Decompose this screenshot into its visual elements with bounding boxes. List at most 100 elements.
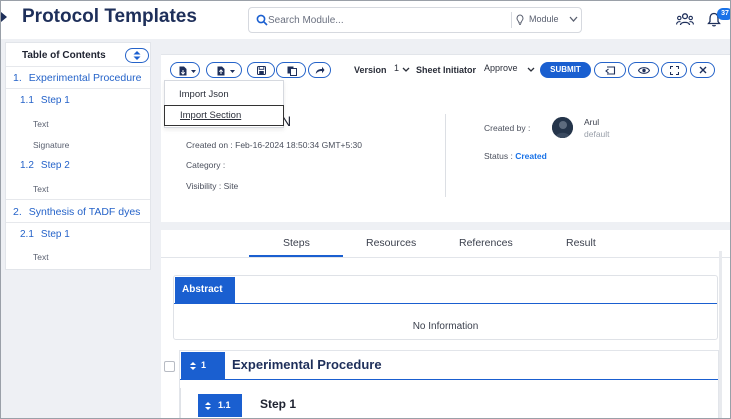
sidebar-collapse-icon[interactable] bbox=[1, 12, 8, 22]
toc-item-label: Step 1 bbox=[40, 95, 70, 106]
sort-arrows-icon bbox=[133, 51, 141, 60]
copy-button[interactable] bbox=[276, 62, 306, 78]
toc-item-label: Synthesis of TADF dyes bbox=[28, 206, 141, 218]
version-history-button[interactable] bbox=[594, 62, 626, 78]
abstract-panel: Abstract No Information bbox=[173, 275, 718, 340]
search-input[interactable] bbox=[268, 11, 508, 29]
toc-item-number: 1.1 bbox=[20, 95, 34, 106]
version-value: 1 bbox=[394, 63, 400, 73]
tabs-divider bbox=[161, 257, 730, 258]
version-label: Version bbox=[354, 65, 387, 75]
created-by-label: Created by : bbox=[484, 123, 531, 133]
section-number: 1 bbox=[201, 360, 207, 370]
toc-item-label: Step 2 bbox=[40, 160, 70, 171]
notification-badge: 37 bbox=[717, 8, 730, 20]
app-window: Protocol Templates Module bbox=[0, 0, 731, 419]
toc-item-section[interactable]: 1. Experimental Procedure bbox=[6, 72, 150, 84]
tab-references[interactable]: References bbox=[459, 237, 513, 249]
chevron-down-icon bbox=[569, 16, 578, 22]
tab-result[interactable]: Result bbox=[566, 237, 596, 249]
drag-handle-icon bbox=[205, 402, 211, 410]
export-button[interactable] bbox=[206, 62, 242, 78]
search-divider bbox=[511, 12, 512, 28]
submit-button[interactable]: SUBMIT bbox=[540, 62, 591, 78]
toc-item-step[interactable]: 1.1 Step 1 bbox=[6, 95, 150, 106]
toc-item-label: Step 1 bbox=[40, 229, 70, 240]
details-divider bbox=[445, 114, 446, 197]
abstract-label[interactable]: Abstract bbox=[175, 277, 235, 303]
menu-item-import-json[interactable]: Import Json bbox=[165, 85, 283, 105]
tab-resources[interactable]: Resources bbox=[366, 237, 416, 249]
toc-divider bbox=[6, 222, 150, 223]
creator-name: Arul bbox=[584, 117, 600, 127]
toc-item-number: 1.2 bbox=[20, 160, 34, 171]
version-select[interactable]: 1 bbox=[394, 63, 411, 77]
file-import-icon bbox=[179, 66, 187, 76]
module-icon bbox=[516, 14, 524, 25]
menu-item-import-section[interactable]: Import Section bbox=[164, 105, 284, 126]
history-icon bbox=[605, 66, 616, 75]
toc-item-step[interactable]: 2.1 Step 1 bbox=[6, 229, 150, 240]
section-number-badge[interactable]: 1 bbox=[181, 352, 225, 379]
sheet-initiator-select[interactable]: Approve bbox=[484, 63, 537, 77]
copy-icon bbox=[287, 66, 297, 76]
step-border bbox=[180, 388, 181, 418]
search-bar[interactable]: Module bbox=[248, 7, 582, 33]
section-checkbox[interactable] bbox=[164, 361, 175, 372]
search-icon bbox=[256, 14, 268, 26]
caret-down-icon bbox=[191, 70, 196, 73]
save-icon bbox=[257, 66, 266, 75]
toc-item-step[interactable]: 1.2 Step 2 bbox=[6, 160, 150, 171]
toc-item-section[interactable]: 2. Synthesis of TADF dyes bbox=[6, 206, 150, 218]
status-badge: Created bbox=[515, 151, 547, 161]
active-tab-indicator bbox=[249, 255, 343, 257]
toc-item-number: 2. bbox=[13, 206, 22, 218]
step-number-badge[interactable]: 1.1 bbox=[198, 394, 242, 417]
save-button[interactable] bbox=[247, 62, 275, 78]
preview-button[interactable] bbox=[628, 62, 659, 78]
toc-item-number: 2.1 bbox=[20, 229, 34, 240]
toc-expand-toggle[interactable] bbox=[125, 48, 149, 63]
user-photo-icon bbox=[552, 117, 573, 138]
fullscreen-button[interactable] bbox=[661, 62, 687, 78]
share-button[interactable] bbox=[308, 62, 331, 78]
created-on-text: Created on : Feb-16-2024 18:50:34 GMT+5:… bbox=[186, 140, 363, 150]
creator-role: default bbox=[584, 129, 610, 139]
content-panel: Steps Resources References Result Abstra… bbox=[161, 230, 730, 418]
chevron-down-icon bbox=[527, 67, 535, 72]
close-button[interactable] bbox=[690, 62, 715, 78]
toc-item-element[interactable]: Text bbox=[6, 252, 150, 262]
sheet-initiator-label: Sheet Initiator bbox=[416, 65, 477, 75]
toc-item-element[interactable]: Text bbox=[6, 184, 150, 194]
toc-item-number: 1. bbox=[13, 72, 22, 84]
tab-steps[interactable]: Steps bbox=[283, 237, 310, 249]
import-button[interactable] bbox=[170, 62, 200, 78]
users-icon[interactable] bbox=[676, 13, 694, 26]
toc-divider bbox=[6, 66, 150, 67]
toc-divider bbox=[6, 88, 150, 89]
top-header: Protocol Templates Module bbox=[1, 1, 730, 39]
sheet-initiator-value: Approve bbox=[484, 63, 518, 73]
module-select[interactable]: Module bbox=[515, 11, 581, 29]
chevron-down-icon bbox=[402, 67, 410, 72]
drag-handle-icon bbox=[190, 362, 196, 370]
eye-icon bbox=[638, 67, 650, 74]
abstract-content: No Information bbox=[412, 321, 479, 332]
status-row: Status : Created bbox=[484, 151, 547, 161]
module-label: Module bbox=[529, 14, 559, 24]
section-underline bbox=[180, 379, 718, 380]
toc-item-element[interactable]: Signature bbox=[6, 140, 150, 150]
avatar bbox=[552, 117, 573, 138]
section-title: Experimental Procedure bbox=[232, 357, 382, 372]
step-number: 1.1 bbox=[218, 400, 231, 410]
category-text: Category : bbox=[186, 160, 226, 170]
visibility-text: Visibility : Site bbox=[186, 181, 239, 191]
content-scrollbar[interactable] bbox=[719, 251, 722, 418]
section-card: 1 Experimental Procedure 1.1 Step 1 bbox=[179, 350, 719, 418]
caret-down-icon bbox=[230, 70, 235, 73]
status-label: Status : bbox=[484, 151, 513, 161]
toc-item-label: Experimental Procedure bbox=[28, 72, 142, 84]
file-export-icon bbox=[217, 66, 225, 76]
toc-item-element[interactable]: Text bbox=[6, 119, 150, 129]
toc-divider bbox=[6, 199, 150, 200]
